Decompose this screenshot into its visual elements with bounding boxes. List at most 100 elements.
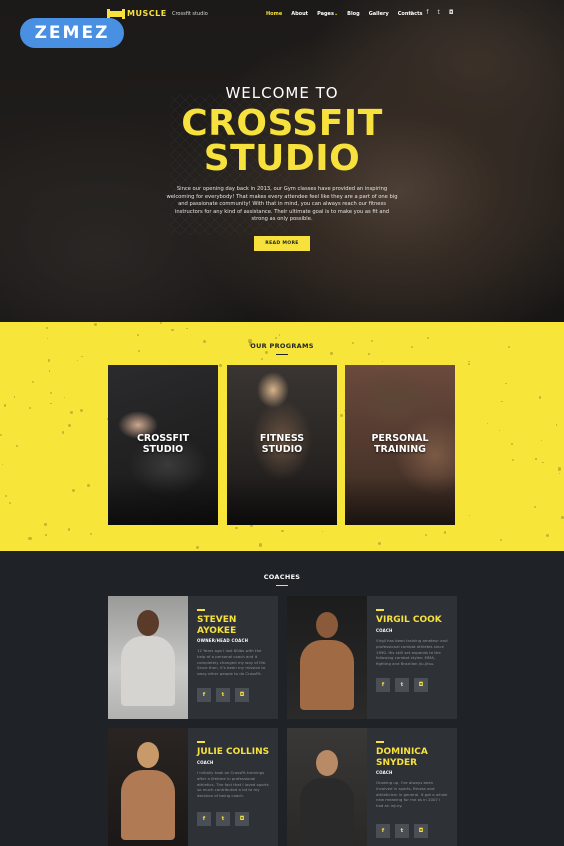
texture-speck [61,431,64,434]
texture-speck [555,424,558,426]
coach-name: JULIE COLLINS [197,747,270,757]
texture-speck [195,545,199,549]
coach-bio: I initially took on CrossFit trainings a… [197,770,269,799]
search-icon[interactable]: ⌕ [410,9,413,17]
texture-speck [69,411,73,415]
program-card-personal-training[interactable]: PERSONAL TRAINING [345,365,455,525]
texture-speck [46,326,49,330]
twitter-icon[interactable]: t [395,678,409,692]
read-more-button[interactable]: READ MORE [254,236,310,251]
coach-photo-head [316,750,338,776]
coach-role: COACH [376,770,393,775]
texture-speck [4,495,7,498]
coach-card-julie-collins: JULIE COLLINS COACH I initially took on … [108,728,278,846]
program-card-label: PERSONAL TRAINING [345,433,455,455]
coach-card-virgil-cook: VIRGIL COOK COACH Virgil has been traini… [287,596,457,719]
nav-item-home[interactable]: Home [266,11,282,17]
coach-accent-dash [197,741,205,743]
program-label-line1: PERSONAL [371,433,429,444]
texture-speck [278,333,281,336]
facebook-icon[interactable]: f [376,824,390,838]
texture-speck [505,382,507,384]
twitter-icon[interactable]: t [395,824,409,838]
instagram-icon[interactable]: ◘ [449,9,454,17]
instagram-icon[interactable]: ◘ [414,824,428,838]
texture-speck [258,543,262,547]
program-label-line1: FITNESS [259,433,305,444]
texture-speck [468,360,470,362]
texture-speck [498,429,501,432]
program-label-line1: CROSSFIT [136,433,190,444]
zemez-badge[interactable]: ZEMEZ [20,18,124,48]
twitter-icon[interactable]: t [216,688,230,702]
coach-accent-dash [197,609,205,611]
coach-accent-dash [376,609,384,611]
texture-speck [368,353,370,355]
texture-speck [487,423,489,425]
texture-speck [77,359,79,361]
nav-item-pages[interactable]: Pages⌄ [317,11,338,17]
texture-speck [511,459,514,462]
texture-speck [138,349,141,352]
coach-photo [108,596,188,719]
coach-photo-head [137,742,159,768]
site-logo[interactable]: MUSCLE [127,9,167,18]
facebook-icon[interactable]: f [426,9,428,17]
nav-icons: ⌕ f t ◘ [410,9,454,17]
hero-description: Since our opening day back in 2013, our … [166,186,398,223]
programs-section: OUR PROGRAMS CROSSFIT STUDIO FITNESS STU… [0,322,564,551]
hero-title-line1: CROSSFIT [181,103,383,144]
coach-photo [287,596,367,719]
coach-accent-dash [376,741,384,743]
coach-photo-body [121,770,175,840]
coach-photo-body [300,640,354,710]
texture-speck [29,406,32,409]
coach-socials: f t ◘ [197,812,249,826]
texture-speck [219,364,223,367]
coach-name: DOMINICA SNYDER [376,747,456,768]
texture-speck [533,505,536,508]
coach-socials: f t ◘ [376,678,428,692]
facebook-icon[interactable]: f [197,688,211,702]
program-card-label: CROSSFIT STUDIO [108,433,218,455]
instagram-icon[interactable]: ◘ [235,688,249,702]
hero-title-line2: STUDIO [203,138,361,179]
card-overlay [227,475,337,525]
nav-item-blog[interactable]: Blog [347,11,360,17]
dumbbell-icon [107,9,125,19]
twitter-icon[interactable]: t [216,812,230,826]
nav-item-gallery[interactable]: Gallery [369,11,389,17]
texture-speck [47,359,51,362]
coach-bio: Growing up, I've always been involved in… [376,780,448,809]
facebook-icon[interactable]: f [376,678,390,692]
texture-speck [281,529,285,533]
texture-speck [542,461,545,464]
coach-photo-head [137,610,159,636]
coach-name-line1: STEVEN [197,615,237,625]
coach-photo [108,728,188,846]
program-card-crossfit[interactable]: CROSSFIT STUDIO [108,365,218,525]
coach-info: VIRGIL COOK COACH Virgil has been traini… [376,596,454,719]
coach-name-line2: AYOKEE [197,625,237,636]
texture-speck [558,467,562,471]
texture-speck [260,357,264,361]
texture-speck [87,483,90,487]
coach-socials: f t ◘ [197,688,249,702]
texture-speck [500,539,503,542]
coach-info: STEVEN AYOKEE OWNER/HEAD COACH 12 Years … [197,596,275,719]
texture-speck [378,542,382,546]
program-card-fitness[interactable]: FITNESS STUDIO [227,365,337,525]
hero-section: MUSCLE Crossfit studio Home About Pages⌄… [0,0,564,322]
facebook-icon[interactable]: f [197,812,211,826]
texture-speck [468,362,471,365]
twitter-icon[interactable]: t [438,9,440,17]
texture-speck [558,472,560,475]
texture-speck [16,444,19,447]
instagram-icon[interactable]: ◘ [414,678,428,692]
texture-speck [49,391,52,394]
coach-card-dominica-snyder: DOMINICA SNYDER COACH Growing up, I've a… [287,728,457,846]
main-menu: Home About Pages⌄ Blog Gallery Contacts [266,11,422,17]
nav-item-about[interactable]: About [291,11,308,17]
texture-speck [321,531,323,533]
instagram-icon[interactable]: ◘ [235,812,249,826]
